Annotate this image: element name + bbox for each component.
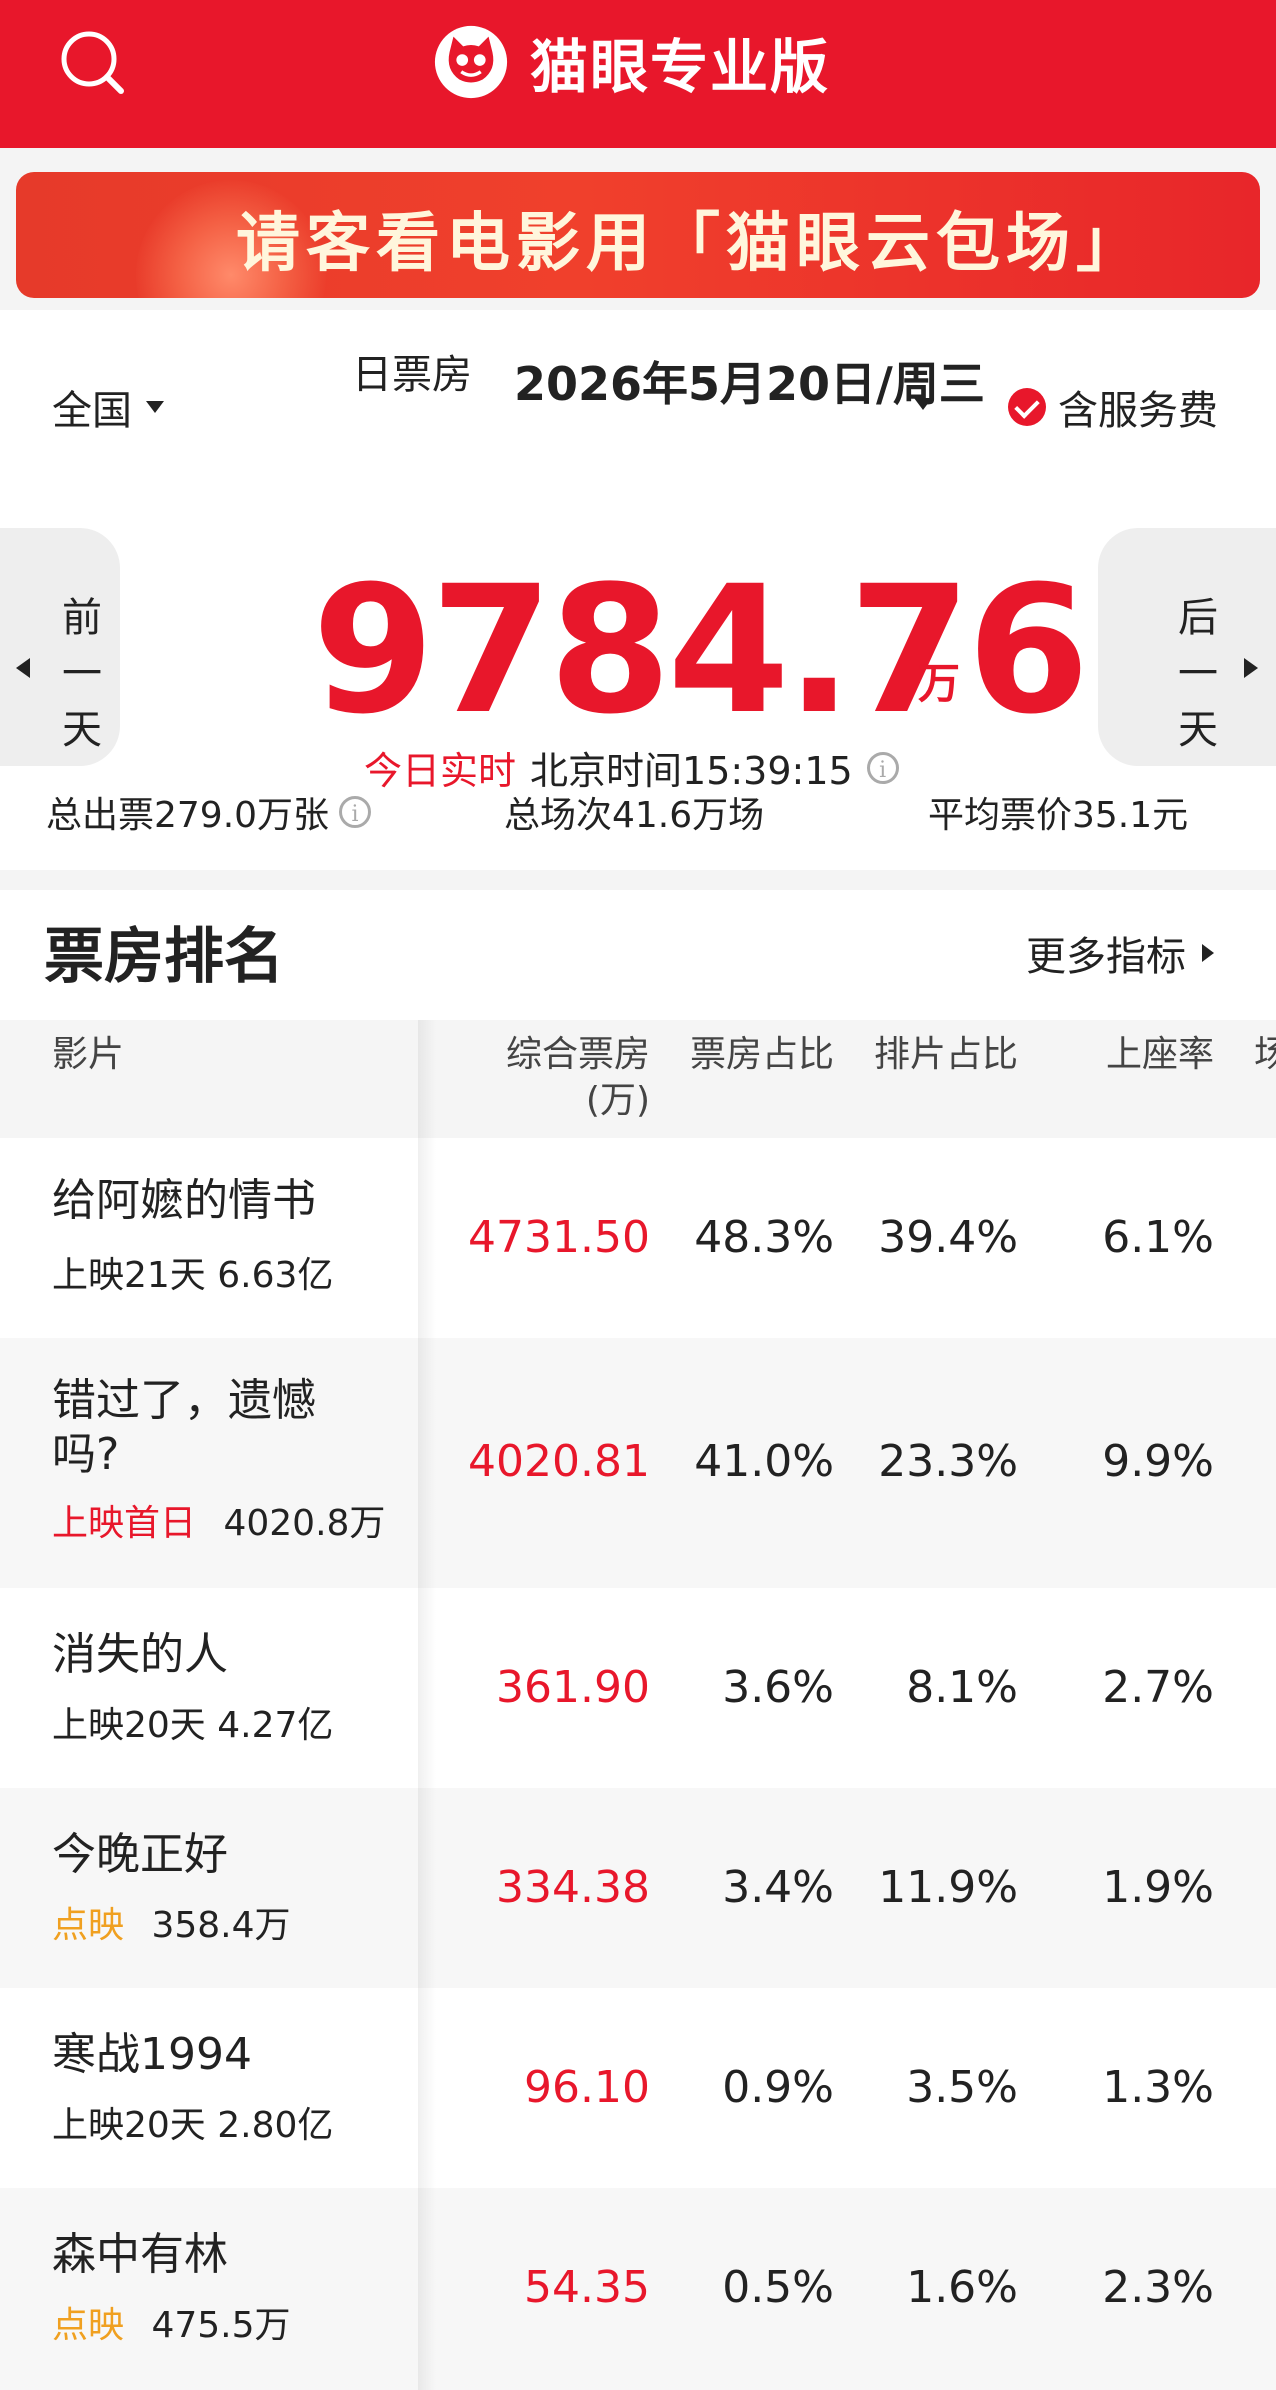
show-share-value: 1.6% [906,2262,1018,2313]
film-subinfo-text: 475.5万 [151,2305,291,2346]
box-share-value: 0.5% [722,2262,834,2313]
chevron-down-icon[interactable] [914,398,932,410]
region-selector[interactable]: 全国 [52,378,164,436]
avg-price-text: 平均票价35.1元 [928,795,1189,836]
total-boxoffice: 9784.76 [312,548,1090,753]
film-cell [0,1588,418,1788]
arrow-right-icon[interactable] [1244,658,1258,678]
more-metrics-button[interactable]: 更多指标 [1026,924,1214,982]
arrow-left-icon[interactable] [16,658,30,678]
boxoffice-value: 54.35 [524,2262,650,2313]
film-name: 消失的人 [52,1629,228,1680]
box-share-value: 48.3% [694,1212,834,1263]
boxoffice-value: 96.10 [524,2062,650,2113]
promo-banner[interactable]: 请客看电影用「猫眼云包场」 [16,172,1260,298]
total-tickets: 总出票279.0万张 i [46,786,372,838]
film-cell [0,1138,418,1338]
film-cell [0,1988,418,2188]
show-share-value: 39.4% [878,1212,1018,1263]
occupancy-value: 1.3% [1102,2062,1214,2113]
search-icon[interactable] [58,28,128,98]
boxoffice-value: 334.38 [496,1862,650,1913]
info-icon[interactable]: i [866,751,899,784]
film-subinfo: 点映 358.4万 [52,1896,291,1948]
check-icon [1008,388,1046,426]
boxoffice-type-label[interactable]: 日票房 [352,348,492,402]
preview-tag: 点映 [52,2305,125,2346]
total-unit: 万 [918,659,961,708]
frozen-column-shadow [418,1020,436,2390]
film-name: 错过了，遗憾吗? [52,1375,316,1480]
film-subinfo: 点映 475.5万 [52,2296,291,2348]
table-row[interactable]: 给阿嬷的情书 上映21天 6.63亿 4731.50 48.3% 39.4% 6… [0,1138,1276,1338]
film-name: 给阿嬷的情书 [52,1175,316,1226]
boxoffice-value: 361.90 [496,1662,650,1713]
release-tag: 上映首日 [52,1503,197,1544]
preview-tag: 点映 [52,1905,125,1946]
occupancy-value: 6.1% [1102,1212,1214,1263]
film-subinfo: 上映首日 4020.8万 [52,1494,385,1546]
box-share-value: 41.0% [694,1436,834,1487]
avg-price: 平均票价35.1元 [928,786,1188,838]
col-box-share[interactable]: 票房占比 [634,1032,834,1078]
film-name: 今晚正好 [52,1829,228,1880]
film-subinfo: 上映20天 2.80亿 [52,2105,334,2146]
col-film[interactable]: 影片 [52,1032,124,1078]
more-metrics-label: 更多指标 [1026,934,1186,980]
show-share-value: 8.1% [906,1662,1018,1713]
film-subinfo: 上映21天 6.63亿 [52,1255,334,1296]
region-label: 全国 [52,388,132,434]
boxoffice-value: 4731.50 [468,1212,650,1263]
boxoffice-value: 4020.81 [468,1436,650,1487]
table-row[interactable]: 森中有林 点映 475.5万 54.35 0.5% 1.6% 2.3% [0,2188,1276,2390]
total-shows: 总场次41.6万场 [504,786,764,838]
occupancy-value: 1.9% [1102,1862,1214,1913]
banner-text: 请客看电影用「猫眼云包场」 [236,207,1146,281]
total-shows-text: 总场次41.6万场 [504,795,765,836]
table-row[interactable]: 今晚正好 点映 358.4万 334.38 3.4% 11.9% 1.9% [0,1788,1276,1988]
col-extra[interactable]: 场 [1254,1032,1276,1078]
total-tickets-text: 总出票279.0万张 [46,795,330,836]
col-boxoffice[interactable]: 综合票房 (万) [450,1032,650,1124]
film-name: 森中有林 [52,2229,228,2280]
ranking-title: 票房排名 [44,922,284,992]
show-share-value: 3.5% [906,2062,1018,2113]
next-day-label: 后一天 [1178,595,1218,753]
app-title: 猫眼专业版 [530,33,831,101]
box-share-value: 3.6% [722,1662,834,1713]
table-row[interactable]: 寒战1994 上映20天 2.80亿 96.10 0.9% 3.5% 1.3% [0,1988,1276,2188]
service-fee-toggle[interactable]: 含服务费 [1008,378,1218,436]
box-share-value: 3.4% [722,1862,834,1913]
col-boxoffice-line1: 综合票房 [505,1034,650,1075]
box-share-value: 0.9% [722,2062,834,2113]
col-show-share[interactable]: 排片占比 [818,1032,1018,1078]
occupancy-value: 2.3% [1102,2262,1214,2313]
film-cell [0,2188,418,2390]
occupancy-value: 9.9% [1102,1436,1214,1487]
brand: 猫眼专业版 [432,22,830,102]
cat-logo-icon [434,25,508,99]
service-fee-label: 含服务费 [1058,388,1218,434]
film-subinfo-text: 358.4万 [151,1905,291,1946]
show-share-value: 11.9% [878,1862,1018,1913]
film-cell [0,1788,418,1988]
table-row[interactable]: 错过了，遗憾吗? 上映首日 4020.8万 4020.81 41.0% 23.3… [0,1338,1276,1588]
film-name: 寒战1994 [52,2029,252,2080]
chevron-down-icon [146,401,164,413]
show-share-value: 23.3% [878,1436,1018,1487]
chevron-right-icon [1202,944,1214,962]
info-icon[interactable]: i [339,796,372,828]
col-boxoffice-line2: (万) [585,1080,650,1121]
film-subinfo: 上映20天 4.27亿 [52,1705,334,1746]
realtime-label: 今日实时 [364,749,517,793]
prev-day-label: 前一天 [62,595,102,753]
col-occupancy[interactable]: 上座率 [1014,1032,1214,1078]
occupancy-value: 2.7% [1102,1662,1214,1713]
table-row[interactable]: 消失的人 上映20天 4.27亿 361.90 3.6% 8.1% 2.7% [0,1588,1276,1788]
film-subinfo-text: 4020.8万 [223,1503,386,1544]
